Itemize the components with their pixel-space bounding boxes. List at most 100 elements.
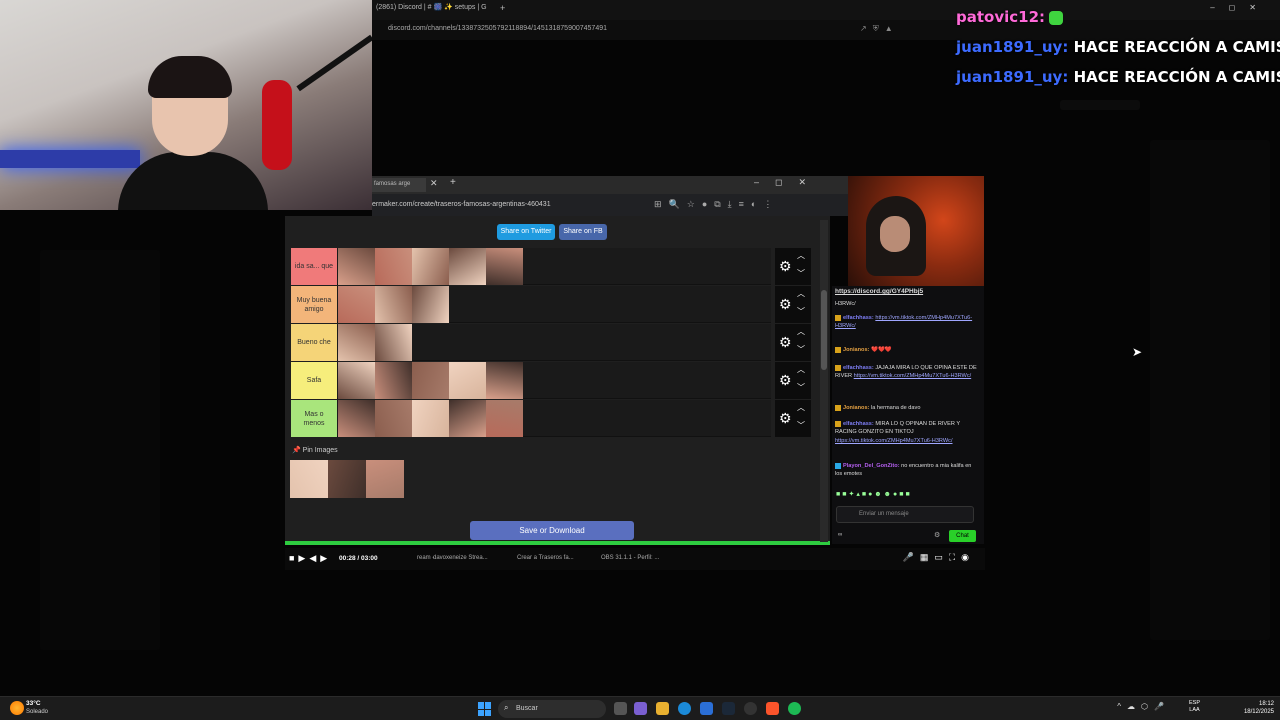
outer-toolbar-icons[interactable]: ↗⛨▲ bbox=[860, 24, 899, 34]
outer-url[interactable]: discord.com/channels/1338732505792118894… bbox=[388, 25, 607, 32]
taskbar-search[interactable]: ⌕ Buscar bbox=[498, 700, 606, 718]
weather-temp[interactable]: 33°C bbox=[26, 700, 41, 707]
tier-row: Safa bbox=[291, 362, 771, 399]
tier-image[interactable] bbox=[486, 248, 523, 285]
tier-image[interactable] bbox=[449, 248, 486, 285]
tier-image[interactable] bbox=[375, 248, 412, 285]
inner-tab[interactable]: famosas arge bbox=[372, 178, 426, 192]
chat-input[interactable]: Enviar un mensaje bbox=[836, 506, 974, 523]
pin-image[interactable] bbox=[290, 460, 328, 498]
chat-username[interactable]: elfachhass: bbox=[843, 365, 874, 371]
chevron-up-icon[interactable]: ︿ bbox=[797, 326, 805, 337]
inner-toolbar-icons[interactable]: ⊞🔍☆●⧉⤓≡◐⋮ bbox=[654, 199, 779, 210]
chat-username[interactable]: Jonianos: bbox=[843, 405, 869, 411]
steam-icon[interactable] bbox=[722, 702, 735, 715]
weather-desc[interactable]: Soleado bbox=[26, 709, 48, 715]
clock[interactable]: 18:12 18/12/2025 bbox=[1238, 700, 1274, 716]
gear-icon[interactable]: ⚙ bbox=[779, 296, 792, 313]
inner-address-bar[interactable]: ermaker.com/create/traseros-famosas-arge… bbox=[372, 194, 848, 216]
discord-link[interactable]: https://discord.gg/GY4PHbj5 bbox=[835, 288, 923, 295]
gear-icon[interactable]: ⚙ bbox=[779, 410, 792, 427]
chat-username[interactable]: elfachhass: bbox=[843, 421, 874, 427]
gear-icon[interactable]: ⚙ bbox=[779, 334, 792, 351]
obs-icon[interactable] bbox=[744, 702, 757, 715]
tier-image[interactable] bbox=[375, 286, 412, 323]
taskbar-item[interactable]: davoxeneize Strea... bbox=[433, 555, 488, 561]
chevron-down-icon[interactable]: ﹀ bbox=[797, 420, 805, 431]
outer-tab[interactable]: (2861) Discord | # 🎆 ✨ setups | G bbox=[376, 3, 487, 11]
tier-image[interactable] bbox=[375, 400, 412, 437]
tier-image[interactable] bbox=[449, 362, 486, 399]
widgets-icon[interactable] bbox=[634, 702, 647, 715]
tier-image[interactable] bbox=[486, 362, 523, 399]
streamer-figure bbox=[118, 56, 268, 210]
taskbar-item[interactable]: ream - bbox=[417, 555, 434, 561]
chevron-down-icon[interactable]: ﹀ bbox=[797, 382, 805, 393]
chat-send-button[interactable]: Chat bbox=[949, 530, 976, 542]
taskbar-item[interactable]: Crear a Traseros fa... bbox=[517, 555, 574, 561]
tier-image[interactable] bbox=[486, 400, 523, 437]
chat-username[interactable]: Playon_Del_GonZito: bbox=[843, 463, 900, 469]
playback-controls[interactable]: ■▶◀▶ bbox=[289, 553, 331, 564]
start-button-icon[interactable] bbox=[478, 702, 492, 716]
store-icon[interactable] bbox=[700, 702, 713, 715]
tier-label[interactable]: Safa bbox=[291, 362, 337, 399]
tier-image[interactable] bbox=[338, 286, 375, 323]
window-controls[interactable]: –◻✕ bbox=[754, 177, 822, 188]
tier-image[interactable] bbox=[412, 248, 449, 285]
close-tab-icon[interactable]: ✕ bbox=[430, 178, 438, 189]
pin-image[interactable] bbox=[366, 460, 404, 498]
tier-image[interactable] bbox=[338, 324, 375, 361]
new-tab-button[interactable]: + bbox=[500, 3, 505, 13]
pin-image[interactable] bbox=[328, 460, 366, 498]
inner-url[interactable]: ermaker.com/create/traseros-famosas-arge… bbox=[372, 201, 551, 208]
new-tab-button[interactable]: + bbox=[450, 177, 456, 188]
tier-image[interactable] bbox=[338, 400, 375, 437]
tier-image[interactable] bbox=[412, 286, 449, 323]
gear-icon[interactable]: ⚙ bbox=[779, 372, 792, 389]
tier-image[interactable] bbox=[338, 248, 375, 285]
chevron-down-icon[interactable]: ﹀ bbox=[797, 344, 805, 355]
tier-label[interactable]: Mas o menos bbox=[291, 400, 337, 437]
page-scrollbar[interactable] bbox=[820, 220, 828, 542]
window-controls[interactable]: –◻✕ bbox=[1210, 3, 1270, 12]
tier-image[interactable] bbox=[412, 362, 449, 399]
chevron-up-icon[interactable]: ︿ bbox=[797, 402, 805, 413]
outer-address-bar[interactable]: discord.com/channels/1338732505792118894… bbox=[372, 20, 1280, 40]
system-tray-icons[interactable]: ^☁⬡🎤 bbox=[1117, 702, 1170, 711]
tier-label[interactable]: Bueno che bbox=[291, 324, 337, 361]
tier-label[interactable]: Muy buena amigo bbox=[291, 286, 337, 323]
chat-username[interactable]: Jonianos: bbox=[843, 347, 869, 353]
tier-image[interactable] bbox=[375, 324, 412, 361]
brave-icon[interactable] bbox=[766, 702, 779, 715]
tier-image[interactable] bbox=[449, 400, 486, 437]
gear-icon[interactable]: ⚙ bbox=[779, 258, 792, 275]
save-download-button[interactable]: Save or Download bbox=[470, 521, 634, 540]
taskbar-item[interactable]: OBS 31.1.1 - Perfil: ... bbox=[601, 555, 659, 561]
tier-label[interactable]: ida sa... que bbox=[291, 248, 337, 285]
chevron-up-icon[interactable]: ︿ bbox=[797, 364, 805, 375]
mouse-cursor-icon: ➤ bbox=[1132, 345, 1143, 359]
chat-username[interactable]: elfachhass: bbox=[843, 315, 874, 321]
share-twitter-button[interactable]: Share on Twitter bbox=[497, 224, 555, 240]
tier-image[interactable] bbox=[338, 362, 375, 399]
copilot-icon[interactable] bbox=[614, 702, 627, 715]
chevron-down-icon[interactable]: ﹀ bbox=[797, 268, 805, 279]
emote-bar[interactable]: ■■✦▴■●☻☻●■■ bbox=[836, 490, 976, 502]
chat-link[interactable]: https://vm.tiktok.com/ZMHp4Mu7XTu6-H3RWc… bbox=[854, 373, 972, 379]
language-indicator[interactable]: ESP LAA bbox=[1189, 700, 1200, 714]
spotify-icon[interactable] bbox=[788, 702, 801, 715]
tier-image[interactable] bbox=[412, 400, 449, 437]
chat-link[interactable]: https://vm.tiktok.com/ZMHp4Mu7XTu6-H3RWc… bbox=[835, 438, 953, 444]
chevron-down-icon[interactable]: ﹀ bbox=[797, 306, 805, 317]
file-explorer-icon[interactable] bbox=[656, 702, 669, 715]
share-fb-button[interactable]: Share on FB bbox=[559, 224, 607, 240]
video-right-icons[interactable]: 🎤▦▭⛶◉ bbox=[903, 552, 975, 563]
tier-image[interactable] bbox=[375, 362, 412, 399]
sun-icon[interactable] bbox=[10, 701, 24, 715]
chevron-up-icon[interactable]: ︿ bbox=[797, 288, 805, 299]
channel-points[interactable]: ∞ bbox=[838, 532, 842, 538]
chat-settings-icon[interactable]: ⚙ bbox=[934, 531, 940, 539]
chevron-up-icon[interactable]: ︿ bbox=[797, 250, 805, 261]
edge-icon[interactable] bbox=[678, 702, 691, 715]
